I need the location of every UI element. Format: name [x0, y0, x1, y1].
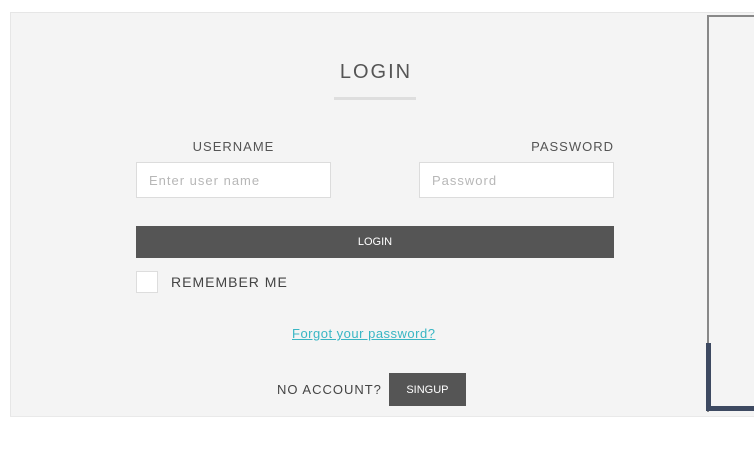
panel-bottom-divider	[10, 416, 754, 417]
remember-me-row: REMEMBER ME	[136, 270, 288, 294]
remember-me-checkbox[interactable]	[136, 271, 158, 293]
password-label: PASSWORD	[531, 139, 614, 154]
forgot-password-link[interactable]: Forgot your password?	[292, 326, 462, 341]
page-title: LOGIN	[339, 61, 413, 83]
signup-button[interactable]: SINGUP	[388, 373, 466, 406]
password-input[interactable]	[419, 162, 614, 198]
signup-row: NO ACCOUNT? SINGUP	[277, 373, 466, 406]
login-button[interactable]: LOGIN	[136, 226, 614, 258]
decorative-frame-accent	[706, 343, 754, 411]
username-input[interactable]	[136, 162, 331, 198]
remember-me-label[interactable]: REMEMBER ME	[171, 274, 288, 290]
no-account-text: NO ACCOUNT?	[277, 382, 382, 397]
title-underline	[334, 97, 416, 100]
username-label: USERNAME	[192, 139, 275, 154]
